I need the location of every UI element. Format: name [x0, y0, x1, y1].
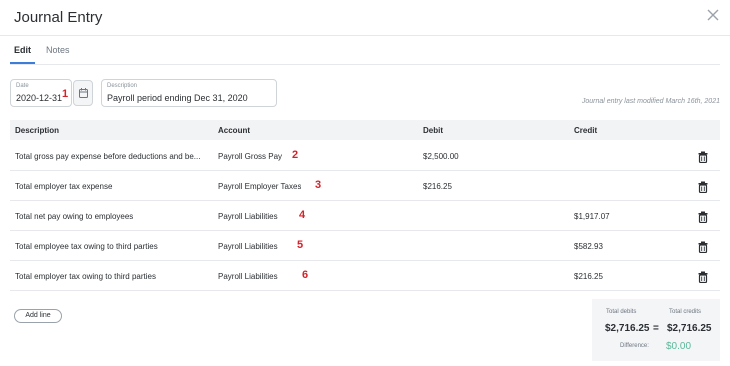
- date-value: 2020-12-31: [16, 93, 63, 103]
- modal-title: Journal Entry: [14, 9, 103, 26]
- date-label: Date: [16, 83, 29, 89]
- debit-cell[interactable]: $216.25: [423, 182, 452, 191]
- description-cell[interactable]: Total employer tax expense: [15, 182, 215, 191]
- annotation-marker-2: 2: [292, 149, 299, 161]
- total-credits-value: $2,716.25: [667, 323, 712, 334]
- description-cell[interactable]: Total net pay owing to employees: [15, 212, 215, 221]
- description-cell[interactable]: Total employee tax owing to third partie…: [15, 242, 215, 251]
- annotation-marker-6: 6: [302, 269, 309, 281]
- account-cell[interactable]: Payroll Liabilities: [218, 212, 278, 221]
- trash-icon[interactable]: [698, 180, 708, 194]
- description-value: Payroll period ending Dec 31, 2020: [107, 93, 248, 103]
- header-description: Description: [15, 126, 60, 135]
- table-row[interactable]: Total employer tax expense Payroll Employ…: [10, 171, 720, 201]
- table-row[interactable]: Total gross pay expense before deduction…: [10, 141, 720, 171]
- calendar-icon: [79, 88, 88, 98]
- trash-icon[interactable]: [698, 210, 708, 224]
- description-field[interactable]: Description Payroll period ending Dec 31…: [101, 79, 277, 107]
- modal-header: Journal Entry: [0, 0, 730, 36]
- tabs-divider: [10, 64, 720, 65]
- account-cell[interactable]: Payroll Gross Pay: [218, 152, 282, 161]
- description-cell[interactable]: Total gross pay expense before deduction…: [15, 152, 215, 161]
- account-cell[interactable]: Payroll Liabilities: [218, 272, 278, 281]
- total-debits-value: $2,716.25: [605, 323, 650, 334]
- credit-cell[interactable]: $582.93: [574, 242, 603, 251]
- credit-cell[interactable]: $216.25: [574, 272, 603, 281]
- close-icon[interactable]: [706, 8, 720, 22]
- tab-notes[interactable]: Notes: [46, 45, 70, 55]
- table-row[interactable]: Total net pay owing to employees Payroll …: [10, 201, 720, 231]
- annotation-marker-5: 5: [297, 239, 304, 251]
- trash-icon[interactable]: [698, 240, 708, 254]
- journal-entry-modal: Journal Entry Edit Notes Date 2020-12-31…: [0, 0, 730, 366]
- tab-edit[interactable]: Edit: [14, 45, 31, 55]
- table-row[interactable]: Total employee tax owing to third partie…: [10, 231, 720, 261]
- credit-cell[interactable]: $1,917.07: [574, 212, 610, 221]
- header-credit: Credit: [574, 126, 598, 135]
- difference-value: $0.00: [666, 341, 692, 352]
- header-debit: Debit: [423, 126, 443, 135]
- calendar-button[interactable]: [73, 80, 93, 106]
- table-row[interactable]: Total employer tax owing to third partie…: [10, 261, 720, 291]
- total-debits-label: Total debits: [606, 309, 637, 315]
- annotation-marker-3: 3: [315, 179, 322, 191]
- header-account: Account: [218, 126, 250, 135]
- equals-sign: =: [653, 323, 659, 334]
- description-label: Description: [107, 83, 138, 89]
- totals-panel: Total debits Total credits $2,716.25 = $…: [592, 299, 720, 361]
- total-credits-label: Total credits: [669, 309, 702, 315]
- trash-icon[interactable]: [698, 150, 708, 164]
- difference-label: Difference:: [620, 343, 649, 349]
- annotation-marker-4: 4: [299, 209, 306, 221]
- trash-icon[interactable]: [698, 270, 708, 284]
- description-cell[interactable]: Total employer tax owing to third partie…: [15, 272, 215, 281]
- debit-cell[interactable]: $2,500.00: [423, 152, 459, 161]
- annotation-marker-1: 1: [62, 88, 69, 100]
- account-cell[interactable]: Payroll Employer Taxes: [218, 182, 301, 191]
- account-cell[interactable]: Payroll Liabilities: [218, 242, 278, 251]
- last-modified-text: Journal entry last modified March 16th, …: [581, 98, 720, 105]
- table-header: Description Account Debit Credit: [10, 120, 720, 140]
- add-line-button[interactable]: Add line: [14, 309, 62, 323]
